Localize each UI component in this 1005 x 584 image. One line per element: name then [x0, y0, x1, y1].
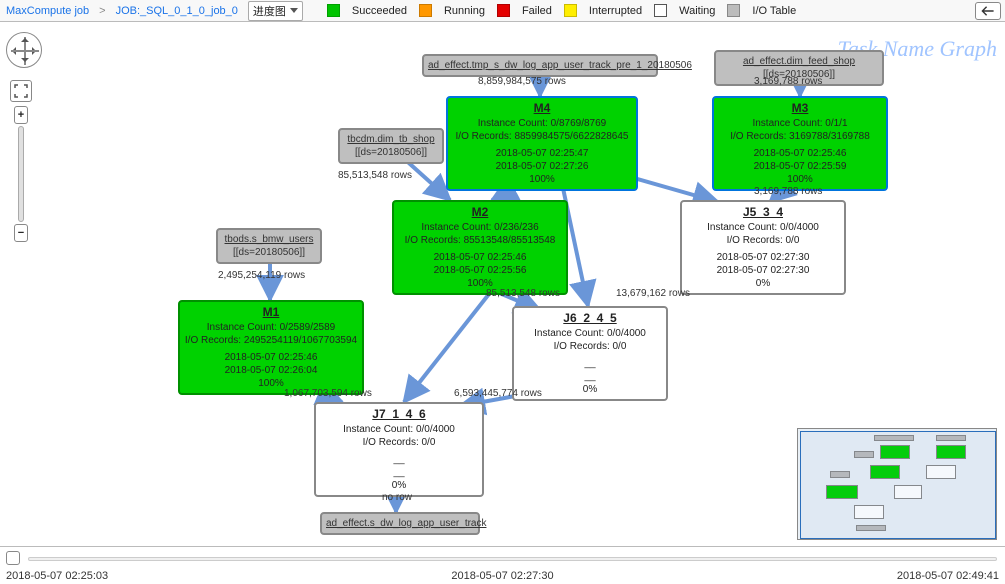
- task-node-m4[interactable]: M4 Instance Count: 0/8769/8769 I/O Recor…: [446, 96, 638, 191]
- timeline-start-label: 2018-05-07 02:25:03: [6, 570, 108, 582]
- task-node-m3[interactable]: M3 Instance Count: 0/1/1 I/O Records: 31…: [712, 96, 888, 191]
- breadcrumb-sep: >: [99, 5, 105, 17]
- edge-label: no row: [382, 492, 412, 503]
- edge-label: 8,859,984,575 rows: [478, 76, 566, 87]
- legend: Succeeded Running Failed Interrupted Wai…: [327, 4, 796, 17]
- io-table-ad-effect-tmp[interactable]: ad_effect.tmp_s_dw_log_app_user_track_pr…: [422, 54, 658, 77]
- task-node-m2[interactable]: M2 Instance Count: 0/236/236 I/O Records…: [392, 200, 568, 295]
- timeline-end-label: 2018-05-07 02:49:41: [897, 570, 999, 582]
- view-dropdown-label: 进度图: [253, 3, 286, 19]
- edge-label: 2,495,254,119 rows: [218, 270, 305, 281]
- task-node-m1[interactable]: M1 Instance Count: 0/2589/2589 I/O Recor…: [178, 300, 364, 395]
- edge-label: 85,513,548 rows: [486, 288, 560, 299]
- task-node-j7[interactable]: J7_1_4_6 Instance Count: 0/0/4000 I/O Re…: [314, 402, 484, 497]
- back-button[interactable]: [975, 2, 1001, 20]
- chevron-down-icon: [290, 8, 298, 13]
- swatch-interrupted: [564, 4, 577, 17]
- edge-label: 3,169,788 rows: [754, 76, 822, 87]
- swatch-running: [419, 4, 432, 17]
- edge-label: 1,067,703,594 rows: [284, 388, 372, 399]
- breadcrumb-root[interactable]: MaxCompute job: [6, 5, 89, 17]
- task-node-j5[interactable]: J5_3_4 Instance Count: 0/0/4000 I/O Reco…: [680, 200, 846, 295]
- view-dropdown[interactable]: 进度图: [248, 1, 303, 21]
- io-table-s-bmw-users[interactable]: tbods.s_bmw_users [[ds=20180506]]: [216, 228, 322, 264]
- timeline-mid-label: 2018-05-07 02:27:30: [451, 570, 553, 582]
- swatch-succeeded: [327, 4, 340, 17]
- task-node-j6[interactable]: J6_2_4_5 Instance Count: 0/0/4000 I/O Re…: [512, 306, 668, 401]
- io-table-output[interactable]: ad_effect.s_dw_log_app_user_track: [320, 512, 480, 535]
- swatch-failed: [497, 4, 510, 17]
- swatch-io: [727, 4, 740, 17]
- timeline-thumb[interactable]: [6, 551, 20, 565]
- edge-label: 85,513,548 rows: [338, 170, 412, 181]
- swatch-waiting: [654, 4, 667, 17]
- timeline-slider[interactable]: 2018-05-07 02:25:03 2018-05-07 02:27:30 …: [0, 546, 1005, 584]
- edge-label: 3,169,788 rows: [754, 186, 822, 197]
- io-table-dim-tb-shop[interactable]: tbcdm.dim_tb_shop [[ds=20180506]]: [338, 128, 444, 164]
- edge-label: 13,679,162 rows: [616, 288, 690, 299]
- minimap[interactable]: [797, 428, 997, 540]
- edge-label: 6,593,445,774 rows: [454, 388, 542, 399]
- breadcrumb-job: JOB:_SQL_0_1_0_job_0: [116, 5, 238, 17]
- timeline-track[interactable]: [28, 557, 997, 561]
